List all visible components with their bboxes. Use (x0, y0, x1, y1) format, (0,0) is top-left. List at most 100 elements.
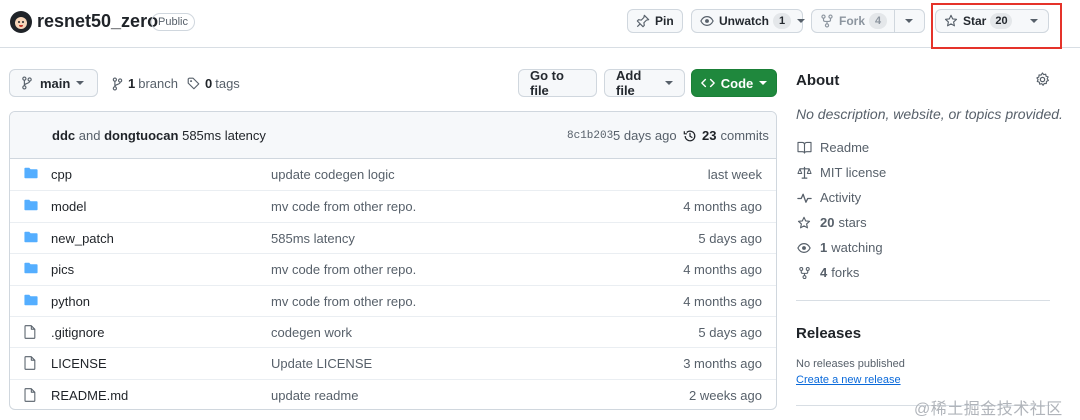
file-age: 2 weeks ago (689, 387, 762, 403)
no-releases-text: No releases published (796, 358, 905, 370)
unwatch-button[interactable]: Unwatch 1 (691, 9, 806, 33)
commit-author[interactable]: ddc (52, 128, 75, 143)
file-commit-message[interactable]: mv code from other repo. (271, 294, 416, 309)
file-name[interactable]: LICENSE (51, 356, 107, 371)
repo-name[interactable]: resnet50_zero (37, 11, 158, 32)
pin-button[interactable]: Pin (627, 9, 683, 33)
chevron-down-icon (797, 19, 806, 23)
chevron-down-icon (759, 81, 768, 85)
file-age: 3 months ago (683, 356, 762, 372)
file-row[interactable]: README.md update readme 2 weeks ago (10, 378, 776, 409)
commit-coauthor[interactable]: dongtuocan (104, 128, 178, 143)
file-commit-message[interactable]: mv code from other repo. (271, 262, 416, 277)
commit-message[interactable]: 585ms latency (182, 128, 266, 143)
branch-select[interactable]: main (9, 69, 98, 97)
folder-icon (24, 167, 38, 179)
file-list: cpp update codegen logic last week model mv … (10, 159, 776, 409)
star-icon (796, 216, 812, 230)
watch-dropdown[interactable] (795, 10, 811, 32)
file-icon (24, 387, 36, 402)
go-to-file-button[interactable]: Go to file (518, 68, 597, 98)
file-age: 4 months ago (683, 262, 762, 278)
file-name[interactable]: cpp (51, 167, 72, 182)
eye-icon (796, 241, 812, 255)
about-description: No description, website, or topics provi… (796, 106, 1063, 122)
file-commit-message[interactable]: Update LICENSE (271, 356, 372, 371)
star-highlight-box (931, 3, 1062, 49)
fork-icon (796, 266, 812, 280)
owner-avatar[interactable] (10, 11, 32, 33)
file-commit-message[interactable]: update readme (271, 388, 358, 403)
create-release-link[interactable]: Create a new release (796, 374, 901, 386)
stars-count: 20 (820, 215, 835, 230)
tags-link[interactable]: 0 tags (187, 76, 240, 91)
file-row[interactable]: model mv code from other repo. 4 months ag… (10, 190, 776, 221)
tag-label: tags (215, 76, 240, 91)
code-button[interactable]: Code (691, 69, 777, 97)
commit-count: 23 (702, 128, 717, 143)
activity-label: Activity (820, 190, 862, 205)
file-name[interactable]: README.md (51, 388, 128, 403)
branch-icon (21, 76, 33, 90)
repo-header: resnet50_zero Public Pin Unwatch 1 Fork (0, 0, 1080, 49)
go-to-file-label: Go to file (530, 68, 564, 98)
commits-link[interactable]: 23 commits (683, 128, 769, 143)
file-row[interactable]: new_patch 585ms latency 5 days ago (10, 221, 776, 253)
visibility-badge: Public (151, 13, 195, 31)
file-name[interactable]: new_patch (51, 231, 114, 246)
file-icon (24, 356, 36, 371)
law-icon (796, 166, 812, 180)
watermark: @稀土掘金技术社区 (914, 401, 1063, 418)
latest-commit-summary: ddc and dongtuocan 585ms latency (52, 128, 266, 143)
commits-label: commits (720, 128, 769, 143)
file-row[interactable]: cpp update codegen logic last week (10, 159, 776, 190)
pin-icon (636, 14, 650, 28)
watching-label: watching (831, 240, 883, 255)
readme-link[interactable]: Readme (796, 140, 869, 155)
unwatch-label: Unwatch (719, 14, 770, 28)
folder-icon (24, 262, 38, 274)
file-name[interactable]: .gitignore (51, 325, 104, 340)
file-name[interactable]: python (51, 294, 90, 309)
readme-label: Readme (820, 140, 870, 155)
file-commit-message[interactable]: codegen work (271, 325, 352, 340)
commit-and: and (78, 128, 101, 143)
file-row[interactable]: .gitignore codegen work 5 days ago (10, 315, 776, 347)
file-age: last week (707, 167, 762, 182)
folder-icon (24, 231, 38, 243)
folder-icon (24, 199, 38, 211)
commit-time: 5 days ago (613, 128, 677, 143)
license-link[interactable]: MIT license (796, 165, 886, 180)
forks-label: forks (831, 265, 860, 280)
activity-link[interactable]: Activity (796, 190, 861, 205)
file-commit-message[interactable]: update codegen logic (271, 167, 395, 182)
branch-label: branch (138, 76, 178, 91)
fork-button[interactable]: Fork 4 (811, 9, 925, 33)
file-row[interactable]: python mv code from other repo. 4 months a… (10, 284, 776, 316)
pulse-icon (796, 192, 812, 204)
forks-link[interactable]: 4 forks (796, 265, 859, 280)
file-row[interactable]: LICENSE Update LICENSE 3 months ago (10, 347, 776, 378)
file-commit-message[interactable]: mv code from other repo. (271, 199, 416, 214)
file-row[interactable]: pics mv code from other repo. 4 months ago (10, 253, 776, 284)
fork-dropdown[interactable] (895, 10, 923, 32)
stars-link[interactable]: 20 stars (796, 215, 867, 230)
file-age: 5 days ago (698, 324, 762, 340)
add-file-button[interactable]: Add file (604, 68, 685, 98)
releases-title[interactable]: Releases (796, 325, 861, 342)
tag-icon (187, 77, 200, 90)
book-icon (796, 141, 812, 154)
chevron-down-icon (905, 19, 913, 23)
commit-sha[interactable]: 8c1b203 (567, 130, 613, 142)
file-commit-message[interactable]: 585ms latency (271, 231, 355, 246)
branch-count: 1 (128, 76, 136, 91)
file-name[interactable]: model (51, 199, 86, 214)
history-icon (683, 129, 697, 143)
eye-icon (700, 14, 714, 28)
branches-link[interactable]: 1 branch (112, 76, 178, 91)
chevron-down-icon (76, 81, 85, 85)
file-name[interactable]: pics (51, 262, 74, 277)
watching-link[interactable]: 1 watching (796, 240, 883, 255)
gear-icon[interactable] (1035, 72, 1050, 87)
fork-icon (820, 14, 834, 28)
